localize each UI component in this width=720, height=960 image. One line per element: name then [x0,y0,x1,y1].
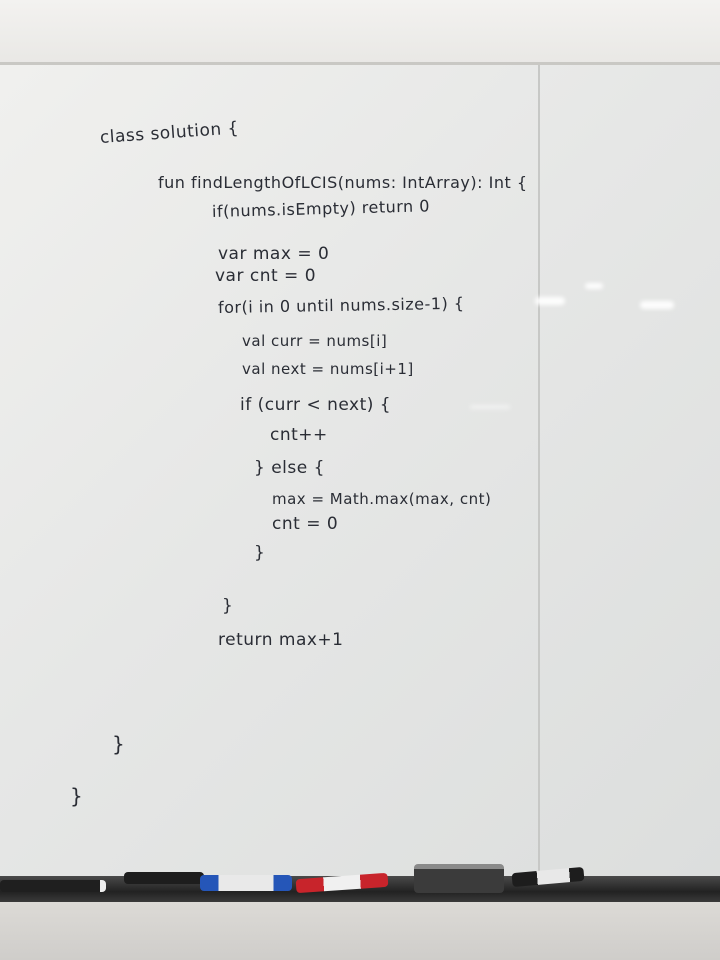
code-line-close-class: } [70,784,84,808]
code-line-var-max: var max = 0 [218,244,330,264]
code-line-fun: fun findLengthOfLCIS(nums: IntArray): In… [158,173,528,192]
board-seam [538,65,540,885]
code-line-else: } else { [254,458,325,478]
code-line-var-cnt: var cnt = 0 [215,266,317,286]
code-line-cnt-reset: cnt = 0 [272,514,339,534]
code-line-close-if: } [254,543,266,563]
wall [0,0,720,70]
black-marker[interactable] [124,872,204,884]
code-line-cnt-increment: cnt++ [270,425,328,445]
floor [0,902,720,960]
black-marker[interactable] [0,880,106,892]
code-line-close-fun: } [112,732,126,756]
code-line-val-curr: val curr = nums[i] [242,332,388,350]
whiteboard-eraser[interactable] [414,864,504,893]
light-glare [640,301,674,309]
code-line-return: return max+1 [218,630,344,650]
code-line-close-for: } [222,596,234,616]
light-glare [535,297,565,305]
code-line-if-compare: if (curr < next) { [240,395,392,415]
code-line-val-next: val next = nums[i+1] [242,360,414,378]
code-line-math-max: max = Math.max(max, cnt) [272,490,492,508]
light-glare [585,283,603,289]
light-glare [470,405,510,409]
blue-marker[interactable] [200,875,292,891]
